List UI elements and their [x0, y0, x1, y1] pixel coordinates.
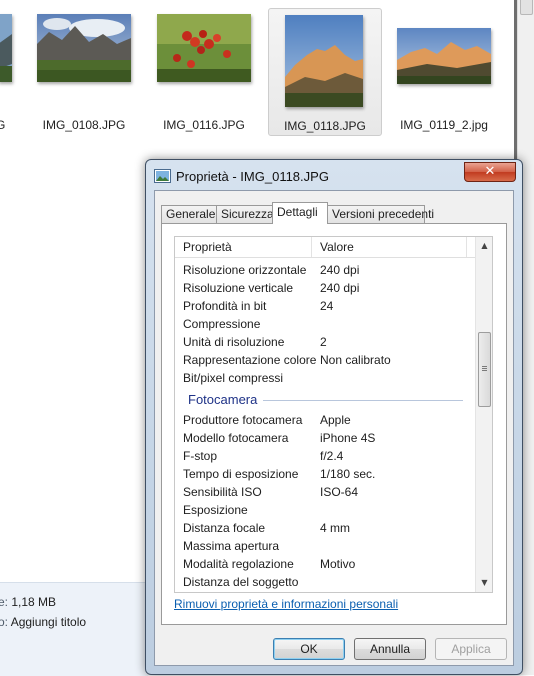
scroll-down-arrow-icon[interactable]: ▼ [476, 574, 492, 591]
mountain-clouds-photo [0, 14, 12, 82]
property-name: Produttore fotocamera [183, 413, 303, 427]
property-name: Risoluzione orizzontale [183, 263, 307, 277]
property-row[interactable]: Profondità in bit 24 [175, 297, 475, 315]
property-row[interactable]: Unità di risoluzione 2 [175, 333, 475, 351]
property-name: Modalità regolazione [183, 557, 294, 571]
property-name: Distanza del soggetto [183, 575, 299, 589]
property-row[interactable]: Distanza focale 4 mm [175, 519, 475, 537]
property-name: Bit/pixel compressi [183, 371, 284, 385]
group-title: Fotocamera [188, 392, 258, 407]
property-row[interactable]: Modello fotocamera iPhone 4S [175, 429, 475, 447]
property-row[interactable]: Tempo di esposizione 1/180 sec. [175, 465, 475, 483]
property-row[interactable]: Distanza del soggetto [175, 573, 475, 591]
property-row[interactable]: Rappresentazione colore Non calibrato [175, 351, 475, 369]
title-value[interactable]: Aggiungi titolo [11, 615, 86, 629]
remove-properties-link[interactable]: Rimuovi proprietà e informazioni persona… [174, 597, 398, 611]
thumbnail-label: IMG_0118.JPG [284, 119, 366, 133]
property-name: Risoluzione verticale [183, 281, 294, 295]
thumbnail-label: IMG_0119_2.jpg [400, 118, 488, 132]
thumbnail-label: IMG_0108.JPG [42, 118, 126, 132]
property-name: Unità di risoluzione [183, 335, 285, 349]
image-file-icon [154, 169, 171, 183]
mountain-sunset-photo-2 [397, 28, 491, 84]
property-value: 1/180 sec. [320, 467, 376, 481]
thumbnail-item[interactable]: IMG_0119_2.jpg [388, 8, 500, 134]
apply-button[interactable]: Applica [435, 638, 507, 660]
property-value: Non calibrato [320, 353, 391, 367]
property-name: Sensibilità ISO [183, 485, 262, 499]
thumbnail-item[interactable]: IMG_0116.JPG [148, 8, 260, 134]
dolomites-meadow-photo [37, 14, 131, 82]
property-value: 2 [320, 335, 327, 349]
property-name: Distanza focale [183, 521, 266, 535]
mountain-sunset-photo [285, 15, 363, 107]
title-label: o: [0, 615, 9, 629]
property-row[interactable]: F-stop f/2.4 [175, 447, 475, 465]
thumbnail-item[interactable]: IMG_0108.JPG [28, 8, 140, 134]
red-berries-photo [157, 14, 251, 82]
property-name: Profondità in bit [183, 299, 267, 313]
thumbnail-label: IMG_0116.JPG [163, 118, 245, 132]
property-name: Esposizione [183, 503, 248, 517]
property-value: 4 mm [320, 521, 350, 535]
property-value: ISO-64 [320, 485, 359, 499]
cancel-button[interactable]: Annulla [354, 638, 426, 660]
scrollbar-thumb[interactable] [478, 332, 491, 407]
property-value: Apple [320, 413, 351, 427]
size-label: e: [0, 595, 9, 609]
tab-sicurezza[interactable]: Sicurezza [216, 205, 274, 223]
tab-dettagli[interactable]: Dettagli [272, 202, 328, 224]
property-value: 240 dpi [320, 263, 360, 277]
group-header-fotocamera: Fotocamera [175, 389, 475, 411]
close-button[interactable]: ✕ [464, 162, 516, 182]
tab-versioni-precedenti[interactable]: Versioni precedenti [327, 205, 434, 223]
dialog-client: Generale Sicurezza Dettagli Versioni pre… [154, 190, 514, 666]
property-row[interactable]: Produttore fotocamera Apple [175, 411, 475, 429]
property-row[interactable]: Risoluzione verticale 240 dpi [175, 279, 475, 297]
property-value: iPhone 4S [320, 431, 376, 445]
properties-dialog: Proprietà - IMG_0118.JPG ✕ Generale Sicu… [145, 159, 523, 675]
dialog-title: Proprietà - IMG_0118.JPG [176, 169, 329, 184]
property-value: 24 [320, 299, 334, 313]
property-name: F-stop [183, 449, 218, 463]
property-name: Compressione [183, 317, 261, 331]
scroll-up-arrow-icon[interactable]: ▲ [476, 237, 492, 254]
property-value: 240 dpi [320, 281, 360, 295]
details-tab-panel: Proprietà Valore Risoluzione orizzontale… [161, 223, 507, 625]
property-value: f/2.4 [320, 449, 344, 463]
property-name: Rappresentazione colore [183, 353, 317, 367]
property-row[interactable]: Bit/pixel compressi [175, 369, 475, 387]
grip-line [482, 366, 487, 367]
tab-generale[interactable]: Generale [161, 205, 217, 223]
property-name: Tempo di esposizione [183, 467, 299, 481]
thumbnail-item-selected[interactable]: IMG_0118.JPG [268, 8, 382, 136]
column-header-value[interactable]: Valore [312, 237, 467, 257]
property-row[interactable]: Risoluzione orizzontale 240 dpi [175, 261, 475, 279]
property-name: Massima apertura [183, 539, 280, 553]
grip-line [482, 370, 487, 371]
list-header: Proprietà Valore [175, 237, 475, 258]
size-value: 1,18 MB [11, 595, 57, 609]
ok-button[interactable]: OK [273, 638, 345, 660]
properties-list[interactable]: Proprietà Valore Risoluzione orizzontale… [174, 236, 493, 593]
thumbnail-label: G [0, 118, 6, 132]
property-row[interactable]: Esposizione [175, 501, 475, 519]
column-header-property[interactable]: Proprietà [175, 237, 312, 257]
thumbnail-item[interactable]: G [0, 8, 12, 134]
explorer-scrollbar-thumb[interactable] [520, 0, 533, 15]
property-row[interactable]: Compressione [175, 315, 475, 333]
property-row[interactable]: Sensibilità ISO ISO-64 [175, 483, 475, 501]
grip-line [482, 368, 487, 369]
property-value: Motivo [320, 557, 356, 571]
property-name: Modello fotocamera [183, 431, 289, 445]
properties-scrollbar[interactable]: ▲ ▼ [475, 237, 492, 592]
details-pane: e: 1,18 MB o: Aggiungi titolo [0, 582, 148, 676]
property-row[interactable]: Massima apertura [175, 537, 475, 555]
group-divider [263, 400, 463, 401]
property-row[interactable]: Modalità regolazione Motivo [175, 555, 475, 573]
